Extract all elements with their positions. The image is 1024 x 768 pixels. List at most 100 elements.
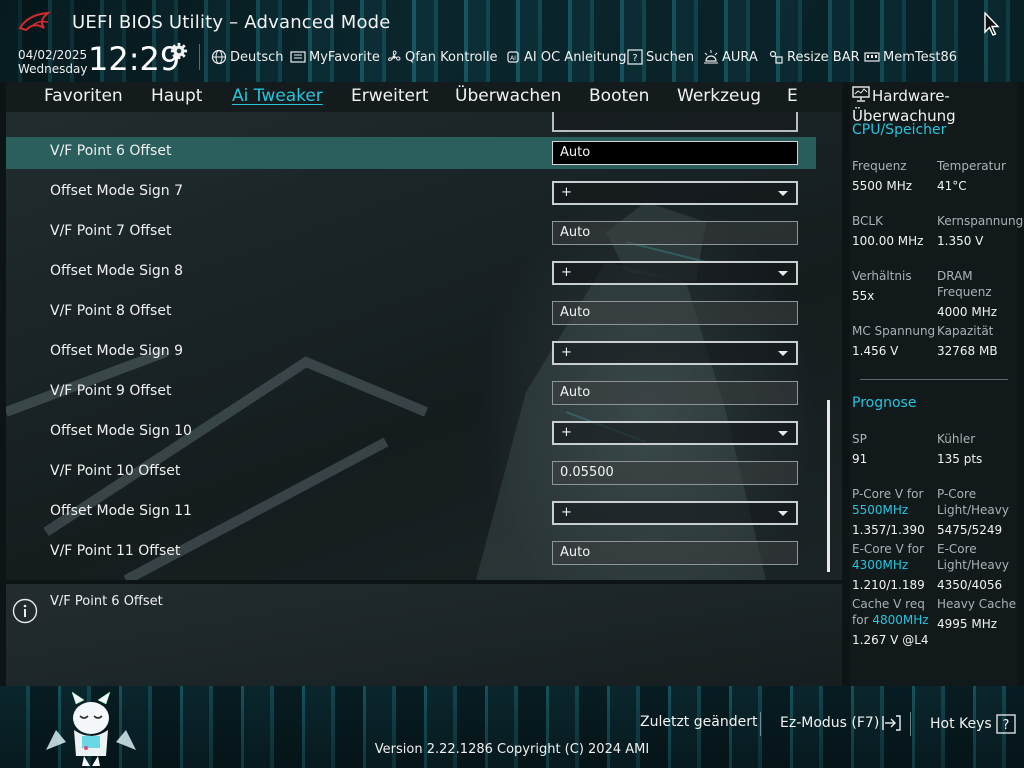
tab-booten[interactable]: Booten xyxy=(589,86,649,106)
hw-value: 1.456 V xyxy=(852,344,899,358)
toolbar-myfavorite[interactable]: MyFavorite xyxy=(290,48,380,66)
settings-row[interactable]: Offset Mode Sign 8 + xyxy=(6,257,816,289)
settings-row-partial xyxy=(6,112,816,136)
settings-row[interactable]: V/F Point 11 Offset Auto xyxy=(6,537,816,569)
toolbar-resize-bar[interactable]: Resize BAR xyxy=(768,48,860,66)
hw-label: Frequenz xyxy=(852,159,907,173)
cpu-memory-section-title: CPU/Speicher xyxy=(852,122,947,138)
offset-mode-sign-8-select[interactable]: + xyxy=(552,261,798,285)
tab-ueberwachen[interactable]: Überwachen xyxy=(455,86,561,106)
hw-label: E-Core Light/Heavy xyxy=(937,542,1009,572)
select-value: + xyxy=(561,265,572,280)
toolbar-resize-bar-label: Resize BAR xyxy=(787,49,860,65)
toolbar-search-label: Suchen xyxy=(646,49,695,65)
dropdown-arrow-icon xyxy=(778,431,788,436)
settings-row[interactable]: V/F Point 10 Offset 0.05500 xyxy=(6,457,816,489)
toolbar-ai-oc[interactable]: AI AI OC Anleitung xyxy=(505,48,626,66)
hardware-monitor-panel: Hardware-Überwachung CPU/Speicher Freque… xyxy=(850,82,1023,686)
setting-label: Offset Mode Sign 10 xyxy=(50,423,192,439)
tab-favoriten[interactable]: Favoriten xyxy=(44,86,123,106)
select-value: + xyxy=(561,505,572,520)
tab-werkzeug[interactable]: Werkzeug xyxy=(677,86,761,106)
toolbar-myfavorite-label: MyFavorite xyxy=(309,49,380,65)
settings-panel: V/F Point 6 Offset Auto Offset Mode Sign… xyxy=(6,112,842,580)
hw-label: Kühler xyxy=(937,432,976,446)
vf-point-11-offset-input[interactable]: Auto xyxy=(552,541,798,565)
window-title: UEFI BIOS Utility – Advanced Mode xyxy=(72,12,391,33)
offset-mode-sign-11-select[interactable]: + xyxy=(552,501,798,525)
tab-ai-tweaker[interactable]: Ai Tweaker xyxy=(232,86,323,106)
toolbar-qfan[interactable]: Qfan Kontrolle xyxy=(386,48,498,66)
aura-light-icon xyxy=(704,50,718,64)
toolbar-aura[interactable]: AURA xyxy=(703,48,758,66)
hw-label: P-Core Light/Heavy xyxy=(937,487,1009,517)
toolbar-memtest[interactable]: MemTest86 xyxy=(864,48,957,66)
select-value: + xyxy=(561,345,572,360)
weekday-value: Wednesday xyxy=(18,62,88,76)
hw-label: DRAM Frequenz xyxy=(937,269,992,299)
hw-label-for: for xyxy=(852,613,869,627)
favorite-list-icon xyxy=(290,51,306,63)
hw-label: Temperatur xyxy=(937,159,1006,173)
hot-keys-button[interactable]: Hot Keys ? xyxy=(930,714,1017,734)
select-value: + xyxy=(561,185,572,200)
setting-label: Offset Mode Sign 9 xyxy=(50,343,183,359)
settings-row[interactable]: V/F Point 9 Offset Auto xyxy=(6,377,816,409)
settings-row[interactable]: Offset Mode Sign 9 + xyxy=(6,337,816,369)
hw-value: 1.267 V @L4 xyxy=(852,633,929,647)
vf-point-9-offset-input[interactable]: Auto xyxy=(552,381,798,405)
setting-label: V/F Point 9 Offset xyxy=(50,383,172,399)
hw-label-frequency: 4800MHz xyxy=(872,613,929,627)
last-modified-button[interactable]: Zuletzt geändert xyxy=(640,714,757,730)
offset-mode-sign-10-select[interactable]: + xyxy=(552,421,798,445)
ai-chip-icon: AI xyxy=(507,51,519,63)
settings-row[interactable]: V/F Point 7 Offset Auto xyxy=(6,217,816,249)
scrollbar-thumb[interactable] xyxy=(827,400,830,572)
tab-exit-partial[interactable]: E xyxy=(787,86,798,106)
setting-label: Offset Mode Sign 8 xyxy=(50,263,183,279)
rog-logo-icon xyxy=(18,11,52,32)
dropdown-arrow-icon xyxy=(778,271,788,276)
hardware-monitor-title: Hardware-Überwachung xyxy=(852,87,956,125)
vf-point-7-offset-input[interactable]: Auto xyxy=(552,221,798,245)
info-icon xyxy=(12,598,38,624)
hw-value: 1.350 V xyxy=(937,234,984,248)
tab-haupt[interactable]: Haupt xyxy=(151,86,202,106)
hw-label: Cache V req xyxy=(852,597,925,611)
setting-label: V/F Point 6 Offset xyxy=(50,143,172,159)
hw-value: 5500 MHz xyxy=(852,179,913,193)
toolbar-search[interactable]: ? Suchen xyxy=(627,48,694,66)
ez-mode-button[interactable]: Ez-Modus (F7) xyxy=(780,714,902,732)
vf-point-6-offset-input[interactable]: Auto xyxy=(552,141,798,165)
dropdown-arrow-icon xyxy=(778,351,788,356)
partial-select-field[interactable] xyxy=(552,112,798,132)
settings-row[interactable]: Offset Mode Sign 7 + xyxy=(6,177,816,209)
offset-mode-sign-7-select[interactable]: + xyxy=(552,181,798,205)
vf-point-8-offset-input[interactable]: Auto xyxy=(552,301,798,325)
dropdown-arrow-icon xyxy=(778,191,788,196)
toolbar-qfan-label: Qfan Kontrolle xyxy=(405,49,498,65)
tab-erweitert[interactable]: Erweitert xyxy=(351,86,429,106)
vf-point-10-offset-input[interactable]: 0.05500 xyxy=(552,461,798,485)
settings-row[interactable]: V/F Point 8 Offset Auto xyxy=(6,297,816,329)
toolbar-aura-label: AURA xyxy=(722,49,758,65)
date-display: 04/02/2025 Wednesday xyxy=(18,48,87,76)
memory-icon xyxy=(864,52,880,62)
settings-row[interactable]: Offset Mode Sign 10 + xyxy=(6,417,816,449)
hw-label: Kapazität xyxy=(937,324,994,338)
hw-value: 4000 MHz xyxy=(937,305,998,319)
hw-label: BCLK xyxy=(852,214,883,228)
hw-label: P-Core V for xyxy=(852,487,924,501)
offset-mode-sign-9-select[interactable]: + xyxy=(552,341,798,365)
exit-arrow-icon xyxy=(882,715,901,731)
hw-value: 135 pts xyxy=(937,452,983,466)
footer-separator xyxy=(760,712,761,736)
toolbar-memtest-label: MemTest86 xyxy=(883,49,958,65)
hw-label: SP xyxy=(852,432,867,446)
settings-row[interactable]: V/F Point 6 Offset Auto xyxy=(6,137,816,169)
select-value: + xyxy=(561,425,572,440)
gear-icon[interactable] xyxy=(170,42,188,60)
toolbar-language[interactable]: Deutsch xyxy=(211,48,284,66)
hw-label-frequency: 5500MHz xyxy=(852,503,909,517)
settings-row[interactable]: Offset Mode Sign 11 + xyxy=(6,497,816,529)
